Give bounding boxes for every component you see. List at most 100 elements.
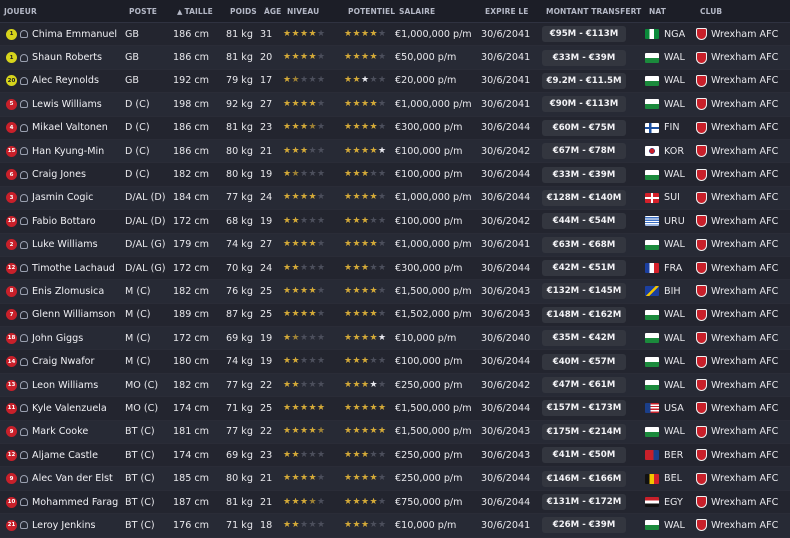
player-name[interactable]: Lewis Williams (32, 99, 102, 110)
player-name[interactable]: Jasmin Cogic (32, 192, 93, 203)
nationality-cell[interactable]: WAL (645, 356, 696, 367)
club-cell[interactable]: Wrexham AFC (696, 285, 784, 298)
nationality-cell[interactable]: BEL (645, 473, 696, 484)
col-header-club[interactable]: CLUB (700, 7, 788, 16)
club-cell[interactable]: Wrexham AFC (696, 191, 784, 204)
table-row[interactable]: 12 Aljame Castle BT (C) 174 cm 69 kg 23 ★ ★ ★ ★ ★ ★… (0, 444, 790, 468)
table-row[interactable]: 2 Luke Williams D/AL (G) 179 cm 74 kg 27 ★ ★ ★ ★ ★… (0, 233, 790, 257)
table-row[interactable]: 20 Alec Reynolds GB 192 cm 79 kg 17 ★ ★ ★ ★ ★ ★ ★ ★ ★ ★… (0, 70, 790, 94)
player-name[interactable]: Craig Nwafor (32, 356, 94, 367)
club-cell[interactable]: Wrexham AFC (696, 472, 784, 485)
table-row[interactable]: 1 Chima Emmanuel GB 186 cm 81 kg 31 ★ ★ ★ ★ ★ ★ ★ ★ ★ ★… (0, 23, 790, 47)
table-row[interactable]: 15 Han Kyung-Min D (C) 186 cm 80 kg 21 ★ ★ ★ ★ ★ ★ ★… (0, 139, 790, 164)
club-cell[interactable]: Wrexham AFC (696, 98, 784, 111)
table-row[interactable]: 13 Leon Williams MO (C) 182 cm 77 kg 22 ★ ★ ★ ★ ★ ★… (0, 373, 790, 398)
club-cell[interactable]: Wrexham AFC (696, 425, 784, 438)
player-name[interactable]: Mikael Valtonen (32, 122, 108, 133)
player-name[interactable]: Kyle Valenzuela (32, 403, 107, 414)
club-cell[interactable]: Wrexham AFC (696, 28, 784, 41)
col-header-poste[interactable]: POSTE (129, 7, 177, 16)
col-header-poids[interactable]: POIDS (230, 7, 264, 16)
player-name[interactable]: Alec Reynolds (32, 75, 99, 86)
table-row[interactable]: 14 Craig Nwafor M (C) 180 cm 74 kg 19 ★ ★ ★ ★ ★ ★ ★ ★… (0, 350, 790, 374)
club-cell[interactable]: Wrexham AFC (696, 355, 784, 368)
nationality-cell[interactable]: EGY (645, 497, 696, 508)
col-header-expire[interactable]: EXPIRE LE (485, 7, 546, 16)
player-name[interactable]: Glenn Williamson (32, 309, 115, 320)
player-name[interactable]: Timothe Lachaud (32, 263, 115, 274)
table-row[interactable]: 12 Timothe Lachaud D/AL (G) 172 cm 70 kg 24 ★ ★… (0, 257, 790, 281)
nationality-cell[interactable]: WAL (645, 169, 696, 180)
player-name[interactable]: Chima Emmanuel (32, 29, 117, 40)
player-name[interactable]: Fabio Bottaro (32, 216, 96, 227)
club-cell[interactable]: Wrexham AFC (696, 402, 784, 415)
table-row[interactable]: 9 Alec Van der Elst BT (C) 185 cm 80 kg 21 ★ ★ ★… (0, 467, 790, 491)
player-name[interactable]: Leon Williams (32, 380, 98, 391)
table-row[interactable]: 6 Craig Jones D (C) 182 cm 80 kg 19 ★ ★ ★ ★ ★ ★ ★ ★ ★ ★… (0, 163, 790, 187)
club-cell[interactable]: Wrexham AFC (696, 308, 784, 321)
nationality-cell[interactable]: WAL (645, 75, 696, 86)
nationality-cell[interactable]: WAL (645, 333, 696, 344)
col-header-joueur[interactable]: JOUEUR (0, 7, 129, 16)
club-cell[interactable]: Wrexham AFC (696, 449, 784, 462)
table-row[interactable]: 3 Jasmin Cogic D/AL (D) 184 cm 77 kg 24 ★ ★ ★ ★ ★ ★… (0, 186, 790, 211)
nationality-cell[interactable]: USA (645, 403, 696, 414)
nationality-cell[interactable]: BER (645, 450, 696, 461)
nationality-cell[interactable]: FIN (645, 122, 696, 133)
club-cell[interactable]: Wrexham AFC (696, 74, 784, 87)
table-row[interactable]: 8 Enis Zlomusica M (C) 182 cm 76 kg 25 ★ ★ ★ ★ ★ ★ ★… (0, 280, 790, 304)
nationality-cell[interactable]: WAL (645, 309, 696, 320)
player-name[interactable]: Mohammed Farag (32, 497, 118, 508)
table-row[interactable]: 9 Mark Cooke BT (C) 181 cm 77 kg 22 ★ ★ ★ ★ ★ ★ ★ ★ ★ ★… (0, 420, 790, 445)
player-name[interactable]: Mark Cooke (32, 426, 88, 437)
player-name[interactable]: Leroy Jenkins (32, 520, 96, 531)
col-header-salaire[interactable]: SALAIRE (399, 7, 485, 16)
club-cell[interactable]: Wrexham AFC (696, 168, 784, 181)
club-cell[interactable]: Wrexham AFC (696, 145, 784, 158)
player-name[interactable]: Craig Jones (32, 169, 86, 180)
player-name[interactable]: Aljame Castle (32, 450, 98, 461)
table-row[interactable]: 19 Fabio Bottaro D/AL (D) 172 cm 68 kg 19 ★ ★ ★ ★… (0, 210, 790, 234)
player-name[interactable]: Alec Van der Elst (32, 473, 113, 484)
club-cell[interactable]: Wrexham AFC (696, 379, 784, 392)
table-row[interactable]: 7 Glenn Williamson M (C) 189 cm 87 kg 25 ★ ★ ★ ★ ★… (0, 304, 790, 328)
nationality-cell[interactable]: FRA (645, 263, 696, 274)
nationality-cell[interactable]: WAL (645, 520, 696, 531)
nationality-cell[interactable]: WAL (645, 99, 696, 110)
nationality-cell[interactable]: BIH (645, 286, 696, 297)
nationality-cell[interactable]: KOR (645, 146, 696, 157)
player-name[interactable]: Shaun Roberts (32, 52, 102, 63)
table-row[interactable]: 5 Lewis Williams D (C) 198 cm 92 kg 27 ★ ★ ★ ★ ★ ★ ★… (0, 93, 790, 117)
nationality-cell[interactable]: WAL (645, 426, 696, 437)
col-header-nat[interactable]: NAT (649, 7, 700, 16)
nationality-cell[interactable]: WAL (645, 239, 696, 250)
club-cell[interactable]: Wrexham AFC (696, 238, 784, 251)
nationality-cell[interactable]: URU (645, 216, 696, 227)
club-cell[interactable]: Wrexham AFC (696, 262, 784, 275)
player-name[interactable]: Luke Williams (32, 239, 98, 250)
club-cell[interactable]: Wrexham AFC (696, 121, 784, 134)
player-name[interactable]: John Giggs (32, 333, 83, 344)
col-header-montant[interactable]: MONTANT TRANSFERT (546, 7, 649, 16)
col-header-potentiel[interactable]: POTENTIEL (348, 7, 399, 16)
player-name[interactable]: Enis Zlomusica (32, 286, 104, 297)
nationality-cell[interactable]: WAL (645, 52, 696, 63)
col-header-taille[interactable]: ▲ TAILLE (177, 7, 230, 16)
table-row[interactable]: 11 Kyle Valenzuela MO (C) 174 cm 71 kg 25 ★ ★ ★ ★… (0, 397, 790, 421)
club-cell[interactable]: Wrexham AFC (696, 51, 784, 64)
club-cell[interactable]: Wrexham AFC (696, 332, 784, 345)
nationality-cell[interactable]: WAL (645, 380, 696, 391)
table-row[interactable]: 1 Shaun Roberts GB 186 cm 81 kg 20 ★ ★ ★ ★ ★ ★ ★ ★ ★ ★ €… (0, 46, 790, 70)
col-header-niveau[interactable]: NIVEAU (287, 7, 348, 16)
nationality-cell[interactable]: NGA (645, 29, 696, 40)
table-row[interactable]: 10 Mohammed Farag BT (C) 187 cm 81 kg 21 ★ ★ ★ ★ ★… (0, 491, 790, 515)
table-row[interactable]: 4 Mikael Valtonen D (C) 186 cm 81 kg 23 ★ ★ ★ ★ ★ ★… (0, 117, 790, 140)
club-cell[interactable]: Wrexham AFC (696, 215, 784, 228)
col-header-age[interactable]: ÂGE (264, 7, 287, 16)
club-cell[interactable]: Wrexham AFC (696, 496, 784, 508)
table-row[interactable]: 18 John Giggs M (C) 172 cm 69 kg 19 ★ ★ ★ ★ ★ ★ ★ ★ ★ ★… (0, 327, 790, 351)
nationality-cell[interactable]: SUI (645, 192, 696, 203)
player-name[interactable]: Han Kyung-Min (32, 146, 104, 157)
club-cell[interactable]: Wrexham AFC (696, 519, 784, 532)
table-row[interactable]: 21 Leroy Jenkins BT (C) 176 cm 71 kg 18 ★ ★ ★ ★ ★ ★… (0, 514, 790, 538)
